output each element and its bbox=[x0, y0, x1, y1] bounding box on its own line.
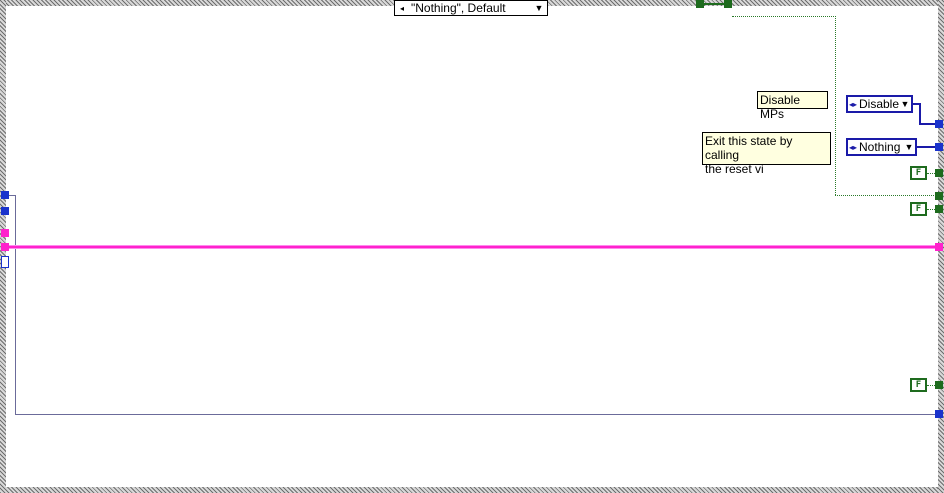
case-selector-label: "Nothing", Default bbox=[411, 1, 506, 15]
dotted-wire[interactable] bbox=[732, 16, 836, 17]
enum-wire[interactable] bbox=[919, 103, 921, 125]
enum-wire[interactable] bbox=[15, 414, 938, 415]
case-prev-icon[interactable]: ◂ bbox=[395, 1, 409, 15]
dotted-wire[interactable] bbox=[835, 195, 938, 196]
block-diagram: ◂ "Nothing", Default ▼ Disable MPs Exit … bbox=[0, 0, 944, 493]
case-structure-frame-bottom bbox=[0, 487, 944, 493]
enum-dropdown-icon[interactable]: ▼ bbox=[899, 99, 911, 109]
enum-dropdown-icon[interactable]: ▼ bbox=[903, 142, 915, 152]
comment-disable-mps[interactable]: Disable MPs bbox=[757, 91, 828, 121]
enum-wire[interactable] bbox=[15, 195, 16, 415]
tunnel-terminal[interactable] bbox=[696, 0, 704, 8]
tunnel-terminal[interactable] bbox=[935, 192, 943, 200]
case-selector[interactable]: ◂ "Nothing", Default ▼ bbox=[394, 0, 548, 16]
boolean-label: F bbox=[915, 168, 922, 178]
boolean-label: F bbox=[915, 204, 922, 214]
tunnel-terminal[interactable] bbox=[724, 0, 732, 8]
boolean-false-constant[interactable]: F bbox=[910, 378, 927, 392]
boolean-false-constant[interactable]: F bbox=[910, 202, 927, 216]
tunnel-terminal[interactable] bbox=[935, 120, 943, 128]
case-selector-terminal[interactable] bbox=[1, 256, 9, 268]
enum-constant-nothing[interactable]: ◂▸ Nothing ▼ bbox=[846, 138, 917, 156]
tunnel-terminal[interactable] bbox=[1, 243, 9, 251]
enum-value: Disable bbox=[858, 97, 900, 111]
comment-text-line1: Exit this state by calling bbox=[705, 134, 793, 162]
dotted-wire[interactable] bbox=[835, 16, 836, 195]
tunnel-terminal[interactable] bbox=[1, 207, 9, 215]
cluster-wire[interactable] bbox=[9, 245, 938, 249]
comment-text-line2: the reset vi bbox=[705, 162, 764, 176]
tunnel-terminal[interactable] bbox=[935, 169, 943, 177]
boolean-wire[interactable] bbox=[704, 3, 724, 5]
tunnel-terminal[interactable] bbox=[935, 410, 943, 418]
comment-exit-state[interactable]: Exit this state by calling the reset vi bbox=[702, 132, 831, 176]
boolean-label: F bbox=[915, 380, 922, 390]
tunnel-terminal[interactable] bbox=[1, 229, 9, 237]
tunnel-terminal[interactable] bbox=[935, 243, 943, 251]
tunnel-terminal[interactable] bbox=[935, 143, 943, 151]
enum-increment-icon[interactable]: ◂▸ bbox=[848, 143, 858, 152]
tunnel-terminal[interactable] bbox=[935, 381, 943, 389]
tunnel-terminal[interactable] bbox=[935, 205, 943, 213]
boolean-false-constant[interactable]: F bbox=[910, 166, 927, 180]
comment-text: Disable MPs bbox=[760, 93, 801, 121]
enum-value: Nothing bbox=[859, 140, 901, 154]
case-dropdown-icon[interactable]: ▼ bbox=[531, 3, 547, 13]
enum-increment-icon[interactable]: ◂▸ bbox=[848, 100, 858, 109]
tunnel-terminal[interactable] bbox=[1, 191, 9, 199]
enum-constant-disable[interactable]: ◂▸ Disable ▼ bbox=[846, 95, 913, 113]
